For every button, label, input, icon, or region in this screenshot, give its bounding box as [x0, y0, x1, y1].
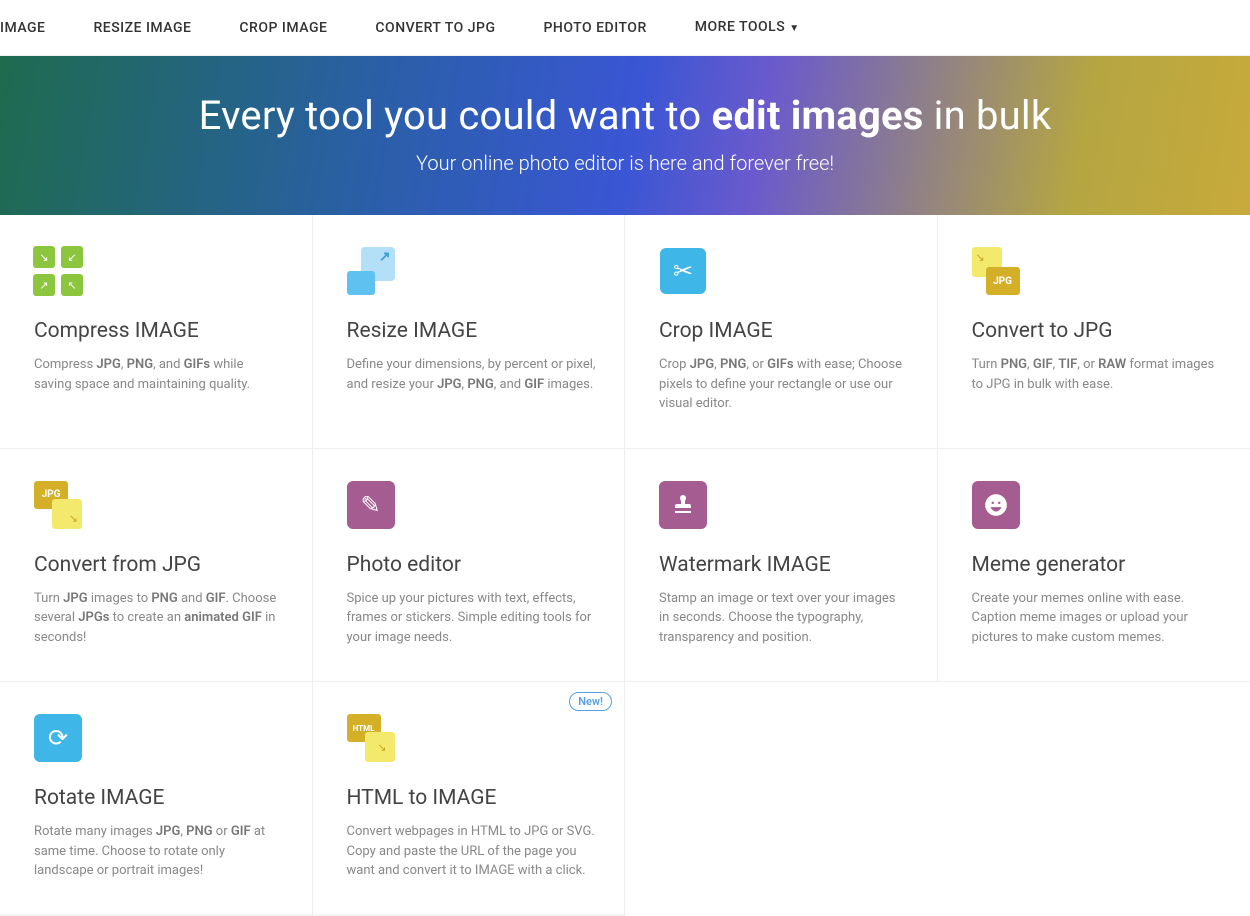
tools-section: ↘↙↗↖ Compress IMAGE Compress JPG, PNG, a…: [0, 215, 1250, 916]
convert-from-jpg-icon: JPG↘: [34, 481, 82, 529]
tool-desc: Rotate many images JPG, PNG or GIF at sa…: [34, 822, 284, 881]
nav-photo-editor[interactable]: PHOTO EDITOR: [520, 0, 671, 56]
tool-title: Photo editor: [347, 553, 597, 577]
crop-icon: ✂: [659, 247, 707, 295]
convert-to-jpg-icon: ↘JPG: [972, 247, 1020, 295]
rotate-icon: ⟳: [34, 714, 82, 762]
tool-desc: Spice up your pictures with text, effect…: [347, 589, 597, 648]
caret-down-icon: ▼: [789, 23, 799, 34]
tool-desc: Crop JPG, PNG, or GIFs with ease; Choose…: [659, 355, 909, 414]
html-to-image-icon: HTML↘: [347, 714, 395, 762]
new-badge: New!: [569, 692, 612, 711]
tool-photo-editor[interactable]: ✎ Photo editor Spice up your pictures wi…: [313, 449, 626, 683]
top-nav: IMAGE RESIZE IMAGE CROP IMAGE CONVERT TO…: [0, 0, 1250, 56]
tool-title: Rotate IMAGE: [34, 786, 284, 810]
stamp-icon: [659, 481, 707, 529]
compress-icon: ↘↙↗↖: [34, 247, 82, 295]
tool-desc: Turn JPG images to PNG and GIF. Choose s…: [34, 589, 284, 648]
tool-title: Watermark IMAGE: [659, 553, 909, 577]
resize-icon: ↗: [347, 247, 395, 295]
tool-title: Meme generator: [972, 553, 1223, 577]
tool-meme-generator[interactable]: Meme generator Create your memes online …: [938, 449, 1250, 683]
tool-compress-image[interactable]: ↘↙↗↖ Compress IMAGE Compress JPG, PNG, a…: [0, 215, 313, 449]
nav-resize-image[interactable]: RESIZE IMAGE: [69, 0, 215, 56]
tool-desc: Create your memes online with ease. Capt…: [972, 589, 1223, 648]
tool-convert-from-jpg[interactable]: JPG↘ Convert from JPG Turn JPG images to…: [0, 449, 313, 683]
tool-convert-to-jpg[interactable]: ↘JPG Convert to JPG Turn PNG, GIF, TIF, …: [938, 215, 1250, 449]
tool-rotate-image[interactable]: ⟳ Rotate IMAGE Rotate many images JPG, P…: [0, 682, 313, 916]
tool-desc: Define your dimensions, by percent or pi…: [347, 355, 597, 394]
tool-desc: Turn PNG, GIF, TIF, or RAW format images…: [972, 355, 1223, 394]
tool-watermark-image[interactable]: Watermark IMAGE Stamp an image or text o…: [625, 449, 938, 683]
tool-title: Convert to JPG: [972, 319, 1223, 343]
tool-title: Compress IMAGE: [34, 319, 284, 343]
tool-crop-image[interactable]: ✂ Crop IMAGE Crop JPG, PNG, or GIFs with…: [625, 215, 938, 449]
hero-title: Every tool you could want to edit images…: [20, 92, 1230, 139]
tool-html-to-image[interactable]: New! HTML↘ HTML to IMAGE Convert webpage…: [313, 682, 626, 916]
smiley-icon: [972, 481, 1020, 529]
nav-compress-image[interactable]: IMAGE: [0, 0, 69, 56]
tool-desc: Convert webpages in HTML to JPG or SVG. …: [347, 822, 597, 881]
tool-desc: Stamp an image or text over your images …: [659, 589, 909, 648]
tool-resize-image[interactable]: ↗ Resize IMAGE Define your dimensions, b…: [313, 215, 626, 449]
nav-crop-image[interactable]: CROP IMAGE: [215, 0, 351, 56]
tool-title: HTML to IMAGE: [347, 786, 597, 810]
nav-more-tools-label: MORE TOOLS: [695, 19, 785, 35]
pencil-icon: ✎: [347, 481, 395, 529]
nav-more-tools[interactable]: MORE TOOLS ▼: [671, 0, 824, 57]
tool-desc: Compress JPG, PNG, and GIFs while saving…: [34, 355, 284, 394]
hero-subtitle: Your online photo editor is here and for…: [20, 151, 1230, 175]
tool-title: Convert from JPG: [34, 553, 284, 577]
tool-title: Resize IMAGE: [347, 319, 597, 343]
tool-title: Crop IMAGE: [659, 319, 909, 343]
nav-convert-to-jpg[interactable]: CONVERT TO JPG: [351, 0, 519, 56]
